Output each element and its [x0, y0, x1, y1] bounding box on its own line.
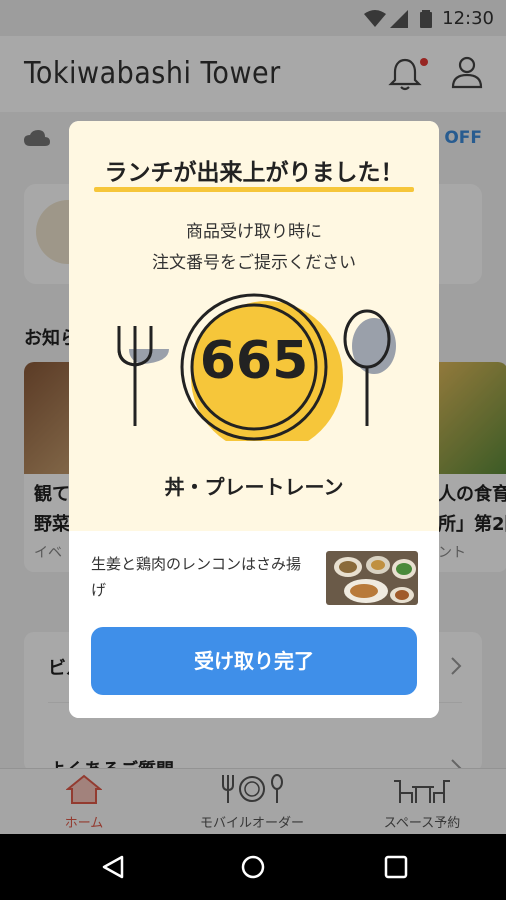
menu-item-photo [326, 551, 418, 605]
pickup-complete-button[interactable]: 受け取り完了 [91, 627, 417, 695]
fork-icon [117, 326, 169, 426]
order-ready-dialog: ランチが出来上がりました！ 商品受け取り時に 注文番号をご提示ください 665 … [69, 121, 439, 718]
back-icon[interactable] [100, 854, 126, 880]
dialog-header-area: ランチが出来上がりました！ 商品受け取り時に 注文番号をご提示ください 665 … [69, 121, 439, 531]
order-number: 665 [199, 331, 309, 391]
home-circle-icon[interactable] [240, 854, 266, 880]
order-details: 生姜と鶏肉のレンコンはさみ揚げ 受け取り完了 [69, 531, 439, 718]
pickup-lane: 丼・プレートレーン [164, 475, 344, 499]
spoon-icon [343, 309, 396, 426]
instruction-line: 注文番号をご提示ください [152, 253, 356, 273]
dialog-instruction: 商品受け取り時に 注文番号をご提示ください [69, 217, 439, 279]
dialog-title: ランチが出来上がりました！ [104, 160, 404, 186]
menu-item-name: 生姜と鶏肉のレンコンはさみ揚げ [91, 555, 302, 599]
title-underline [94, 187, 414, 192]
instruction-line: 商品受け取り時に [186, 222, 322, 242]
food-photo [326, 551, 418, 605]
system-nav-bar [0, 834, 506, 900]
recents-icon[interactable] [383, 854, 409, 880]
